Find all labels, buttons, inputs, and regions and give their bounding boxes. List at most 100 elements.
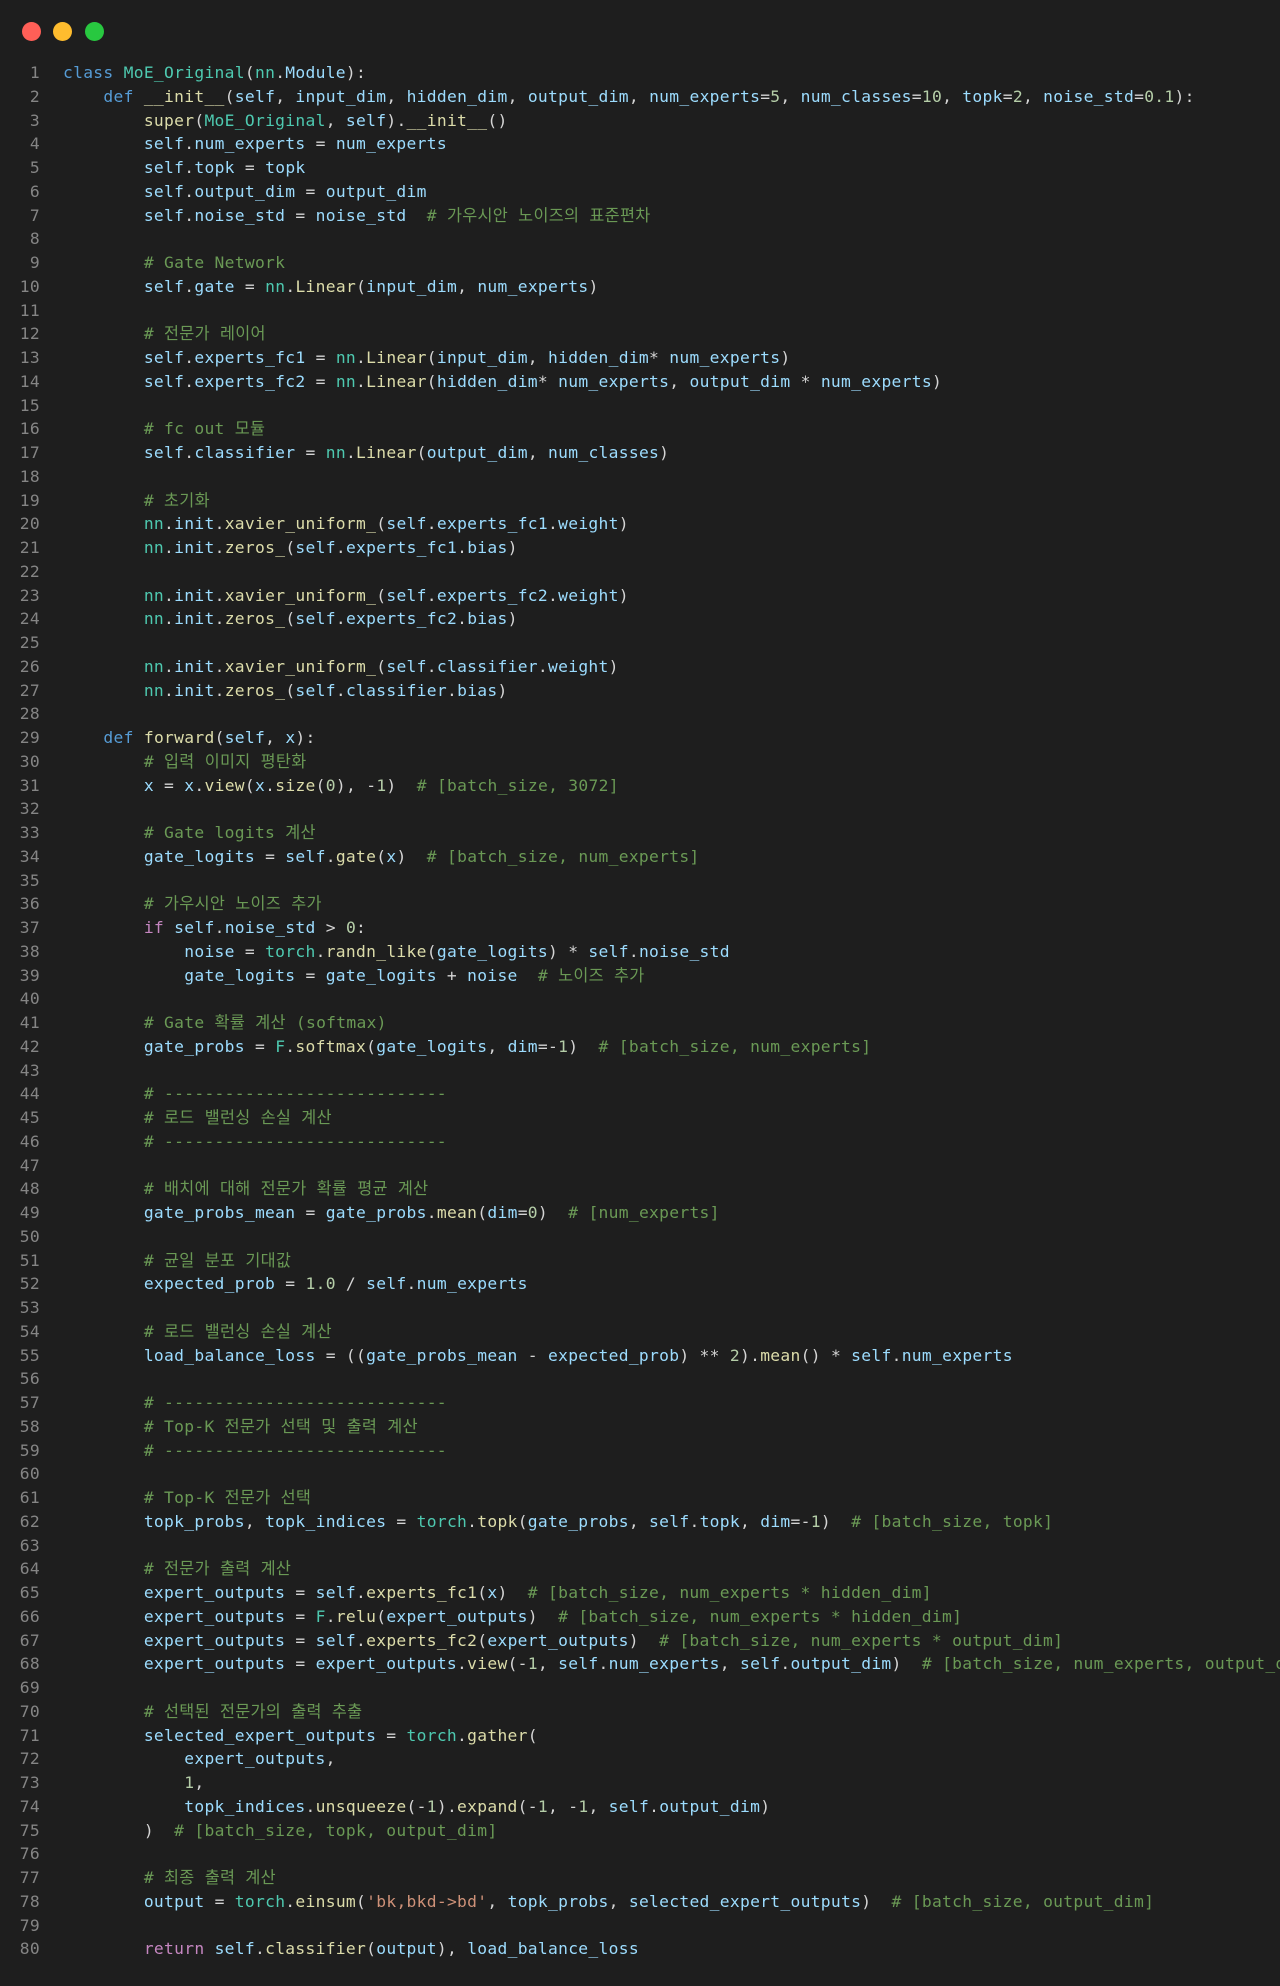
code-text[interactable] [40,1154,63,1178]
code-text[interactable]: 1, [40,1771,204,1795]
code-line[interactable]: 28 [0,702,1280,726]
code-text[interactable]: # 배치에 대해 전문가 확률 평균 계산 [40,1177,428,1201]
code-text[interactable] [40,394,63,418]
code-text[interactable]: def forward(self, x): [40,726,316,750]
code-text[interactable]: # 전문가 출력 계산 [40,1557,291,1581]
code-text[interactable]: def __init__(self, input_dim, hidden_dim… [40,85,1195,109]
code-line[interactable]: 3 super(MoE_Original, self).__init__() [0,109,1280,133]
code-text[interactable]: expert_outputs, [40,1747,336,1771]
code-line[interactable]: 10 self.gate = nn.Linear(input_dim, num_… [0,275,1280,299]
code-line[interactable]: 26 nn.init.xavier_uniform_(self.classifi… [0,655,1280,679]
code-line[interactable]: 2 def __init__(self, input_dim, hidden_d… [0,85,1280,109]
code-text[interactable]: self.topk = topk [40,156,306,180]
code-text[interactable]: self.experts_fc2 = nn.Linear(hidden_dim*… [40,370,942,394]
code-line[interactable]: 58 # Top-K 전문가 선택 및 출력 계산 [0,1415,1280,1439]
code-text[interactable]: # Gate 확률 계산 (softmax) [40,1011,387,1035]
code-line[interactable]: 31 x = x.view(x.size(0), -1) # [batch_si… [0,774,1280,798]
code-text[interactable] [40,869,63,893]
code-line[interactable]: 52 expected_prob = 1.0 / self.num_expert… [0,1272,1280,1296]
code-text[interactable] [40,1225,63,1249]
code-text[interactable]: # ---------------------------- [40,1082,447,1106]
code-text[interactable]: nn.init.zeros_(self.classifier.bias) [40,679,508,703]
code-text[interactable]: nn.init.zeros_(self.experts_fc1.bias) [40,536,518,560]
code-line[interactable]: 29 def forward(self, x): [0,726,1280,750]
code-text[interactable]: # Gate logits 계산 [40,821,316,845]
code-line[interactable]: 74 topk_indices.unsqueeze(-1).expand(-1,… [0,1795,1280,1819]
code-text[interactable]: ) # [batch_size, topk, output_dim] [40,1819,497,1843]
code-text[interactable]: # 로드 밸런싱 손실 계산 [40,1320,332,1344]
code-line[interactable]: 71 selected_expert_outputs = torch.gathe… [0,1724,1280,1748]
code-text[interactable]: expert_outputs = F.relu(expert_outputs) … [40,1605,962,1629]
code-line[interactable]: 67 expert_outputs = self.experts_fc2(exp… [0,1629,1280,1653]
code-text[interactable]: # 최종 출력 계산 [40,1866,276,1890]
code-text[interactable]: load_balance_loss = ((gate_probs_mean - … [40,1344,1013,1368]
code-line[interactable]: 54 # 로드 밸런싱 손실 계산 [0,1320,1280,1344]
code-line[interactable]: 59 # ---------------------------- [0,1439,1280,1463]
code-line[interactable]: 6 self.output_dim = output_dim [0,180,1280,204]
code-line[interactable]: 19 # 초기화 [0,489,1280,513]
code-line[interactable]: 34 gate_logits = self.gate(x) # [batch_s… [0,845,1280,869]
code-line[interactable]: 40 [0,987,1280,1011]
code-line[interactable]: 68 expert_outputs = expert_outputs.view(… [0,1652,1280,1676]
code-line[interactable]: 12 # 전문가 레이어 [0,322,1280,346]
code-line[interactable]: 21 nn.init.zeros_(self.experts_fc1.bias) [0,536,1280,560]
code-text[interactable] [40,702,63,726]
code-text[interactable] [40,1367,63,1391]
zoom-button[interactable] [85,22,104,41]
code-text[interactable]: gate_probs = F.softmax(gate_logits, dim=… [40,1035,871,1059]
code-line[interactable]: 60 [0,1462,1280,1486]
code-line[interactable]: 23 nn.init.xavier_uniform_(self.experts_… [0,584,1280,608]
minimize-button[interactable] [53,22,72,41]
code-text[interactable]: self.output_dim = output_dim [40,180,427,204]
code-text[interactable] [40,1914,63,1938]
code-text[interactable] [40,1534,63,1558]
code-text[interactable]: # 가우시안 노이즈 추가 [40,892,322,916]
code-line[interactable]: 20 nn.init.xavier_uniform_(self.experts_… [0,512,1280,536]
code-line[interactable]: 39 gate_logits = gate_logits + noise # 노… [0,964,1280,988]
code-text[interactable]: noise = torch.randn_like(gate_logits) * … [40,940,730,964]
code-text[interactable]: class MoE_Original(nn.Module): [40,61,366,85]
code-line[interactable]: 50 [0,1225,1280,1249]
code-line[interactable]: 33 # Gate logits 계산 [0,821,1280,845]
code-text[interactable] [40,1676,63,1700]
code-line[interactable]: 66 expert_outputs = F.relu(expert_output… [0,1605,1280,1629]
code-line[interactable]: 32 [0,797,1280,821]
code-line[interactable]: 56 [0,1367,1280,1391]
code-text[interactable] [40,1296,63,1320]
code-text[interactable]: # 균일 분포 기대값 [40,1249,291,1273]
code-line[interactable]: 17 self.classifier = nn.Linear(output_di… [0,441,1280,465]
code-text[interactable] [40,631,63,655]
code-text[interactable]: topk_probs, topk_indices = torch.topk(ga… [40,1510,1053,1534]
code-text[interactable]: # Top-K 전문가 선택 [40,1486,311,1510]
code-text[interactable]: expected_prob = 1.0 / self.num_experts [40,1272,528,1296]
code-line[interactable]: 80 return self.classifier(output), load_… [0,1937,1280,1961]
code-text[interactable]: gate_probs_mean = gate_probs.mean(dim=0)… [40,1201,720,1225]
code-line[interactable]: 76 [0,1842,1280,1866]
code-line[interactable]: 78 output = torch.einsum('bk,bkd->bd', t… [0,1890,1280,1914]
code-line[interactable]: 22 [0,560,1280,584]
code-line[interactable]: 14 self.experts_fc2 = nn.Linear(hidden_d… [0,370,1280,394]
code-line[interactable]: 41 # Gate 확률 계산 (softmax) [0,1011,1280,1035]
code-line[interactable]: 8 [0,227,1280,251]
code-text[interactable]: expert_outputs = self.experts_fc2(expert… [40,1629,1063,1653]
code-line[interactable]: 72 expert_outputs, [0,1747,1280,1771]
code-text[interactable]: expert_outputs = expert_outputs.view(-1,… [40,1652,1280,1676]
code-line[interactable]: 47 [0,1154,1280,1178]
code-text[interactable]: # ---------------------------- [40,1439,447,1463]
code-line[interactable]: 30 # 입력 이미지 평탄화 [0,750,1280,774]
code-line[interactable]: 38 noise = torch.randn_like(gate_logits)… [0,940,1280,964]
code-text[interactable]: # 로드 밸런싱 손실 계산 [40,1106,332,1130]
code-line[interactable]: 35 [0,869,1280,893]
code-text[interactable]: # Top-K 전문가 선택 및 출력 계산 [40,1415,418,1439]
code-text[interactable] [40,227,63,251]
code-line[interactable]: 63 [0,1534,1280,1558]
code-text[interactable]: # fc out 모듈 [40,417,265,441]
code-text[interactable] [40,987,63,1011]
code-text[interactable]: self.gate = nn.Linear(input_dim, num_exp… [40,275,599,299]
code-line[interactable]: 48 # 배치에 대해 전문가 확률 평균 계산 [0,1177,1280,1201]
code-line[interactable]: 16 # fc out 모듈 [0,417,1280,441]
code-line[interactable]: 49 gate_probs_mean = gate_probs.mean(dim… [0,1201,1280,1225]
code-text[interactable]: if self.noise_std > 0: [40,916,366,940]
code-text[interactable] [40,797,63,821]
close-button[interactable] [22,22,41,41]
